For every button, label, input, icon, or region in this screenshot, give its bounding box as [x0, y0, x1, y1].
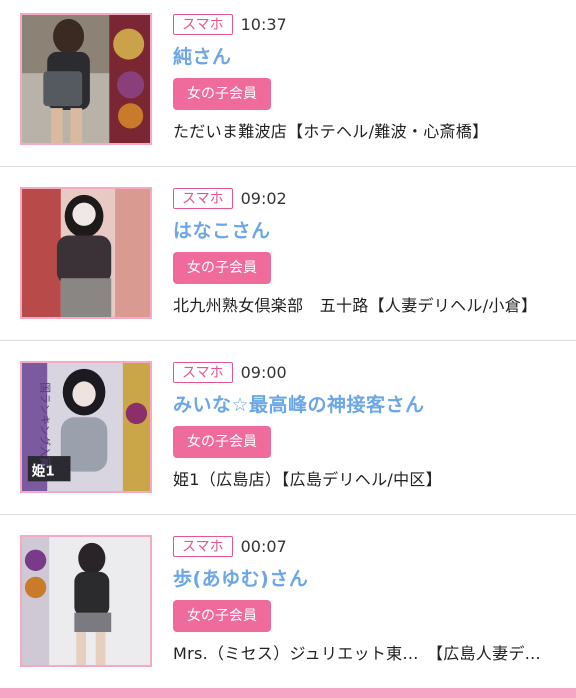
- device-badge: スマホ: [173, 535, 233, 557]
- photo-image: [22, 189, 150, 317]
- device-badge: スマホ: [173, 187, 233, 209]
- shop-name[interactable]: 北九州熟女倶楽部 五十路【人妻デリヘル/小倉】: [173, 292, 566, 316]
- girl-name-link[interactable]: みいな☆最高峰の神接客さん: [173, 390, 566, 417]
- photo-image: [22, 15, 150, 143]
- shop-name[interactable]: Mrs.（ミセス）ジュリエット東... 【広島人妻デ...: [173, 640, 566, 664]
- girl-name-link[interactable]: 純さん: [173, 42, 566, 69]
- post-time: 10:37: [240, 14, 287, 34]
- post-info: スマホ 00:07 歩(あゆむ)さん 女の子会員 Mrs.（ミセス）ジュリエット…: [173, 534, 566, 664]
- post-info: スマホ 09:00 みいな☆最高峰の神接客さん 女の子会員 姫1（広島店）【広島…: [173, 360, 566, 490]
- member-badge: 女の子会員: [173, 78, 271, 110]
- post-time: 09:02: [240, 188, 287, 208]
- member-badge: 女の子会員: [173, 426, 271, 458]
- list-item[interactable]: スマホ 09:02 はなこさん 女の子会員 北九州熟女倶楽部 五十路【人妻デリヘ…: [0, 167, 576, 341]
- list-item[interactable]: 姫1 国ランキング入賞 スマホ 09:00 みいな☆最高峰の神接客さん 女の子会…: [0, 341, 576, 515]
- device-badge: スマホ: [173, 361, 233, 383]
- girl-thumbnail[interactable]: [20, 187, 152, 319]
- girl-thumbnail[interactable]: [20, 535, 152, 667]
- thumbnail-caption: 国ランキング入賞: [38, 382, 51, 467]
- photo-image: 姫1 国ランキング入賞: [22, 363, 150, 491]
- girl-name-link[interactable]: はなこさん: [173, 216, 566, 243]
- shop-name[interactable]: ただいま難波店【ホテヘル/難波・心斎橋】: [173, 118, 566, 142]
- photo-image: [22, 537, 150, 665]
- girl-thumbnail[interactable]: [20, 13, 152, 145]
- list-item[interactable]: スマホ 00:07 歩(あゆむ)さん 女の子会員 Mrs.（ミセス）ジュリエット…: [0, 515, 576, 690]
- member-badge: 女の子会員: [173, 600, 271, 632]
- member-badge: 女の子会員: [173, 252, 271, 284]
- device-badge: スマホ: [173, 13, 233, 35]
- post-info: スマホ 09:02 はなこさん 女の子会員 北九州熟女倶楽部 五十路【人妻デリヘ…: [173, 186, 566, 316]
- post-info: スマホ 10:37 純さん 女の子会員 ただいま難波店【ホテヘル/難波・心斎橋】: [173, 12, 566, 142]
- girl-thumbnail[interactable]: 姫1 国ランキング入賞: [20, 361, 152, 493]
- post-time: 09:00: [240, 362, 287, 382]
- list-item[interactable]: スマホ 10:37 純さん 女の子会員 ただいま難波店【ホテヘル/難波・心斎橋】: [0, 0, 576, 167]
- girl-name-link[interactable]: 歩(あゆむ)さん: [173, 564, 566, 591]
- shop-name[interactable]: 姫1（広島店）【広島デリヘル/中区】: [173, 466, 566, 490]
- bottom-bar: [0, 688, 576, 698]
- post-time: 00:07: [240, 536, 287, 556]
